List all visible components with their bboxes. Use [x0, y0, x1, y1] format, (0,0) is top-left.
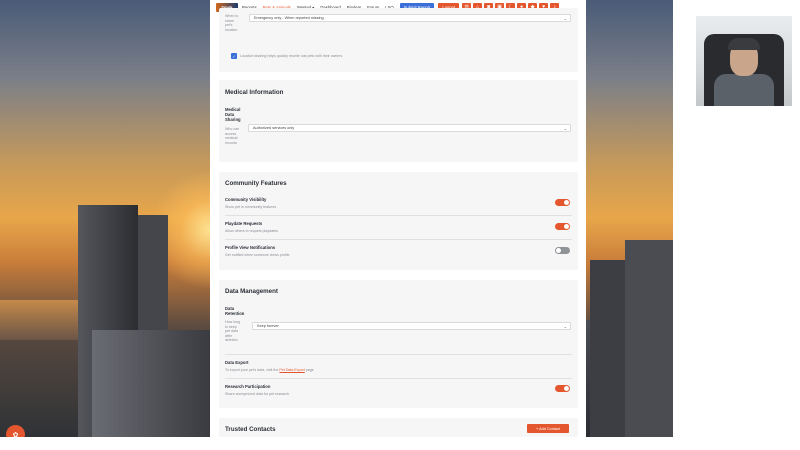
screen: Petsafe Reports Pets & Animals Wanted ▾ … [0, 0, 800, 450]
divider [225, 239, 572, 240]
playdate-requests-desc: Allow others to request playdates [225, 229, 278, 233]
bottom-strip [0, 437, 800, 450]
location-checkbox-label: Location sharing helps quickly reunite l… [240, 54, 343, 58]
data-retention-desc: How long to keep pet data after deletion [225, 320, 240, 342]
community-visibility-desc: Show pet in community features [225, 205, 277, 209]
webcam-overlay [696, 16, 792, 106]
playdate-requests-toggle[interactable] [555, 223, 570, 230]
person-shirt [714, 74, 774, 106]
trusted-contacts-title: Trusted Contacts [225, 426, 276, 433]
chevron-down-icon: ⌄ [563, 16, 567, 21]
data-export-desc: To export your pet's data, visit the Pet… [225, 368, 314, 372]
profile-view-notifications-label: Profile View Notifications [225, 245, 276, 250]
chevron-down-icon: ⌄ [563, 126, 567, 131]
community-features-card: Community Features Community Visibility … [219, 172, 578, 270]
location-sharing-select[interactable]: Emergency only - When reported missing ⌄ [249, 14, 571, 22]
pet-data-export-link[interactable]: Pet Data Export [279, 368, 304, 372]
playdate-requests-label: Playdate Requests [225, 221, 263, 226]
divider [225, 215, 572, 216]
medical-data-sharing-desc: Who can access medical records [225, 127, 240, 145]
location-sharing-card: When to share pet's location Emergency o… [219, 8, 578, 72]
research-participation-label: Research Participation [225, 384, 271, 389]
research-participation-desc: Share anonymized data for pet research [225, 392, 290, 396]
data-export-label: Data Export [225, 360, 249, 365]
medical-title: Medical Information [225, 89, 284, 96]
divider [225, 378, 572, 379]
trusted-contacts-card: Trusted Contacts + Add Contact [219, 418, 578, 437]
medical-information-card: Medical Information Medical Data Sharing… [219, 80, 578, 162]
location-checkbox[interactable]: ✓ [231, 53, 237, 59]
profile-view-notifications-desc: Get notified when someone views profile [225, 253, 290, 257]
data-management-card: Data Management Data Retention How long … [219, 280, 578, 408]
tower [92, 330, 210, 437]
research-participation-toggle[interactable] [555, 385, 570, 392]
community-visibility-toggle[interactable] [555, 199, 570, 206]
community-visibility-label: Community Visibility [225, 197, 267, 202]
location-side-label: When to share pet's location [225, 14, 239, 32]
data-retention-select[interactable]: Keep forever ⌄ [252, 322, 571, 330]
sea [0, 300, 80, 340]
community-title: Community Features [225, 180, 287, 187]
profile-view-notifications-toggle[interactable] [555, 247, 570, 254]
chevron-down-icon: ⌄ [563, 324, 567, 329]
data-retention-label: Data Retention [225, 306, 245, 316]
person-cap [728, 38, 760, 50]
tower [625, 240, 673, 437]
data-management-title: Data Management [225, 288, 278, 295]
add-contact-button[interactable]: + Add Contact [527, 424, 569, 433]
medical-sharing-select[interactable]: Authorized services only ⌄ [248, 124, 571, 132]
divider [225, 354, 572, 355]
medical-data-sharing-label: Medical Data Sharing [225, 107, 241, 122]
